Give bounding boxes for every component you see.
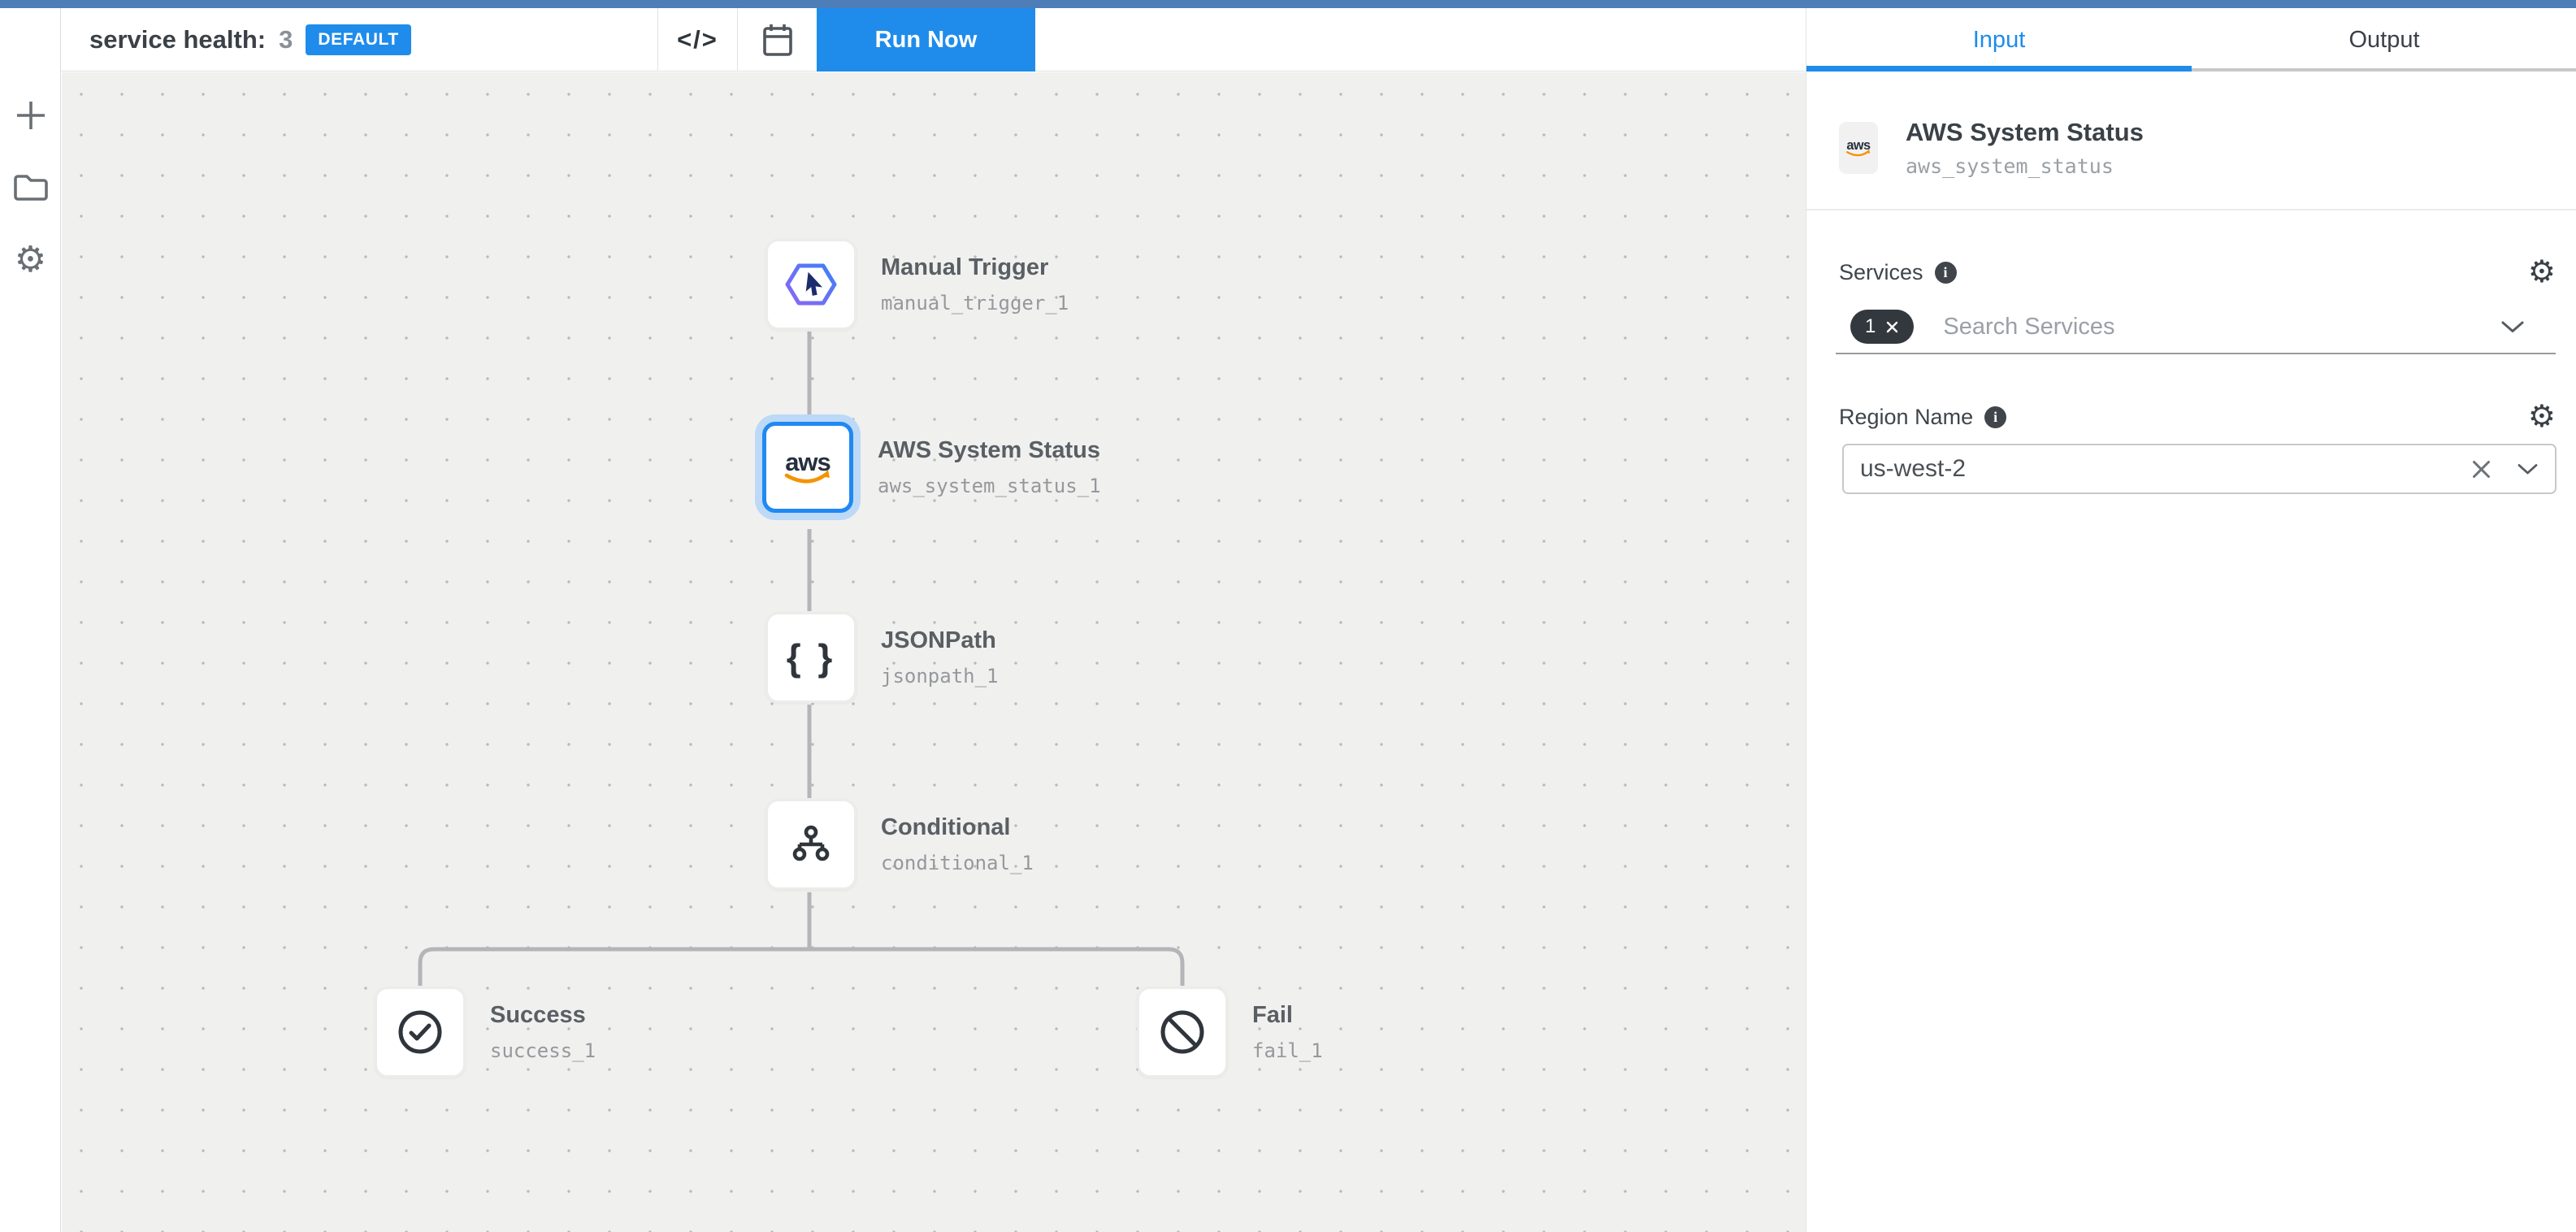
node-title: Fail [1252, 1002, 1323, 1029]
inspector-panel: Input Output aws AWS System Status aws_s… [1806, 8, 2576, 1232]
node-id: manual_trigger_1 [881, 292, 1069, 315]
node-aws-system-status[interactable]: aws AWS System Status aws_system_status_… [762, 422, 1101, 513]
node-box[interactable] [765, 799, 856, 890]
add-node-button[interactable] [0, 89, 61, 141]
schedule-button[interactable] [738, 8, 817, 72]
selected-node-header: aws AWS System Status aws_system_status [1839, 121, 2558, 175]
services-label-row: Services i ⚙ [1839, 256, 2556, 288]
node-box[interactable] [375, 987, 466, 1078]
run-now-button[interactable]: Run Now [817, 8, 1035, 72]
node-success[interactable]: Success success_1 [375, 987, 596, 1078]
clear-icon[interactable] [2470, 458, 2492, 480]
region-name-field[interactable]: us-west-2 [1842, 444, 2556, 494]
tab-output[interactable]: Output [2192, 8, 2576, 72]
node-box[interactable] [765, 239, 856, 330]
plus-icon [15, 99, 47, 132]
calendar-icon [761, 21, 795, 59]
node-box[interactable]: { } [765, 612, 856, 703]
node-id: success_1 [490, 1039, 596, 1062]
region-label-row: Region Name i ⚙ [1839, 401, 2556, 433]
node-title: JSONPath [881, 627, 999, 654]
aws-logo-icon: aws [1842, 137, 1875, 159]
tab-input[interactable]: Input [1806, 8, 2192, 72]
fail-prohibited-icon [1158, 1008, 1207, 1056]
panel-node-id: aws_system_status [1906, 154, 2144, 178]
files-button[interactable] [0, 161, 61, 213]
aws-logo-icon: aws [777, 447, 839, 488]
services-label: Services [1839, 260, 1923, 285]
node-id: conditional_1 [881, 852, 1034, 874]
services-search-input[interactable]: Search Services [1943, 314, 2114, 341]
selected-services-chip[interactable]: 1 [1850, 310, 1914, 344]
top-accent-bar [0, 0, 2576, 8]
info-icon[interactable]: i [1935, 262, 1957, 284]
tab-underline [2192, 68, 2576, 72]
node-jsonpath[interactable]: { } JSONPath jsonpath_1 [765, 612, 999, 703]
node-box[interactable] [1137, 987, 1228, 1078]
node-title: Success [490, 1002, 596, 1029]
page-title: service health: [89, 25, 266, 54]
left-toolbar: ⚙ [0, 8, 61, 1232]
node-box-selected[interactable]: aws [762, 422, 853, 513]
workflow-canvas[interactable]: Manual Trigger manual_trigger_1 aws AWS … [62, 72, 1806, 1232]
node-manual-trigger[interactable]: Manual Trigger manual_trigger_1 [765, 239, 1069, 330]
panel-node-title: AWS System Status [1906, 118, 2144, 147]
success-check-icon [396, 1008, 445, 1056]
default-badge: DEFAULT [306, 24, 410, 55]
node-title: AWS System Status [878, 437, 1101, 464]
braces-icon: { } [787, 636, 836, 679]
node-id: jsonpath_1 [881, 665, 999, 688]
gear-icon[interactable]: ⚙ [2528, 257, 2556, 288]
svg-text:aws: aws [1846, 138, 1871, 153]
conditional-icon [788, 822, 834, 867]
code-icon: </> [677, 25, 718, 54]
chevron-down-icon[interactable] [2517, 463, 2539, 475]
region-name-label: Region Name [1839, 405, 1973, 430]
node-id: aws_system_status_1 [878, 475, 1101, 497]
active-tab-underline [1806, 66, 2192, 72]
node-conditional[interactable]: Conditional conditional_1 [765, 799, 1034, 890]
divider [1806, 209, 2576, 210]
code-view-button[interactable]: </> [658, 8, 737, 72]
info-icon[interactable]: i [1984, 406, 2006, 428]
services-select[interactable]: 1 Search Services [1836, 301, 2556, 354]
chip-count: 1 [1865, 315, 1876, 338]
node-title: Conditional [881, 814, 1034, 841]
inspector-tabs: Input Output [1806, 8, 2576, 72]
region-name-value[interactable]: us-west-2 [1860, 455, 1966, 483]
manual-trigger-icon [784, 261, 838, 308]
header: service health: 3 DEFAULT </> Run Now [0, 8, 1806, 72]
chip-remove-icon[interactable] [1885, 320, 1899, 334]
node-logo-tile: aws [1839, 122, 1878, 174]
run-count: 3 [279, 25, 293, 54]
gear-icon[interactable]: ⚙ [2528, 401, 2556, 432]
settings-button[interactable]: ⚙ [0, 234, 61, 286]
node-fail[interactable]: Fail fail_1 [1137, 987, 1323, 1078]
folder-icon [13, 172, 49, 202]
gear-icon: ⚙ [15, 242, 46, 278]
svg-text:aws: aws [785, 448, 830, 476]
node-title: Manual Trigger [881, 254, 1069, 281]
node-id: fail_1 [1252, 1039, 1323, 1062]
chevron-down-icon[interactable] [2500, 320, 2525, 334]
